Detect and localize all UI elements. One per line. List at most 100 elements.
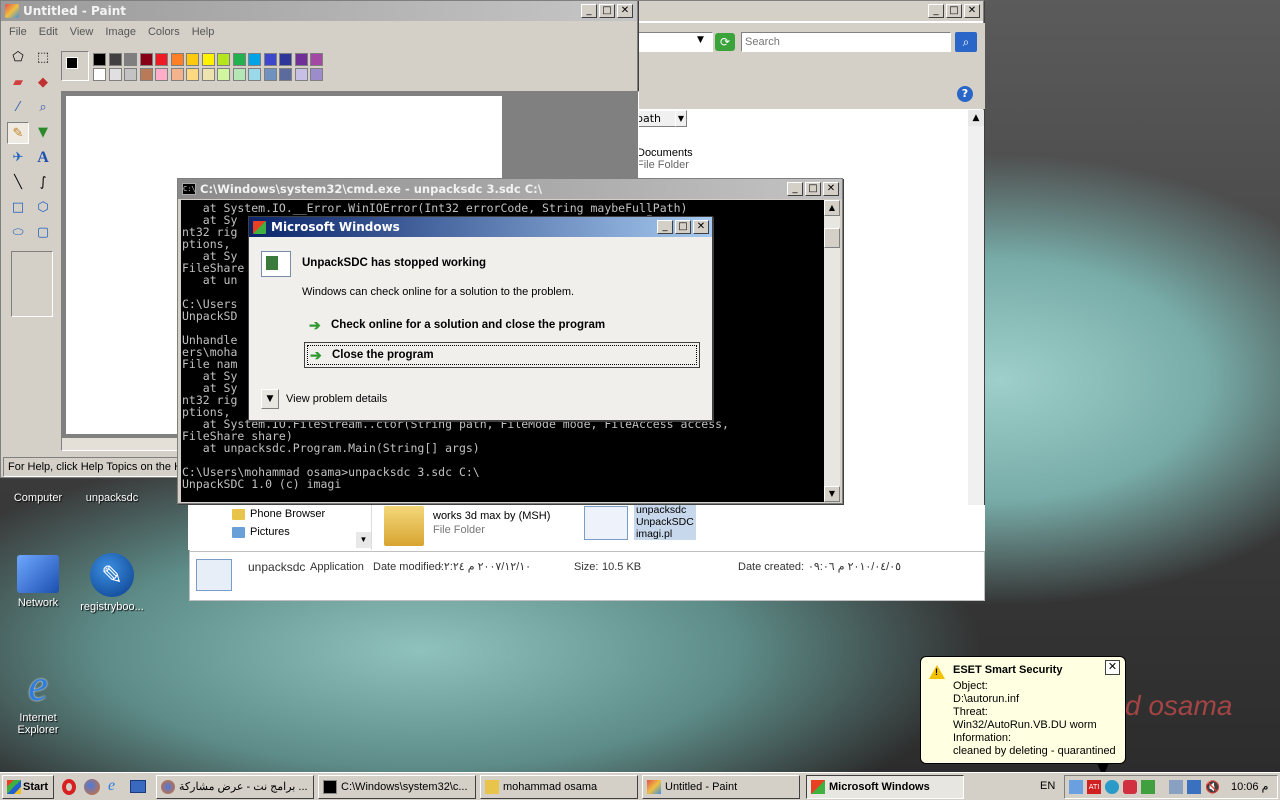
maximize-button[interactable]: □ (675, 220, 691, 234)
tray-icon[interactable] (1069, 780, 1083, 794)
color-swatch[interactable] (201, 68, 215, 81)
firefox-icon[interactable] (84, 779, 100, 795)
rect-select-tool[interactable]: ⬚ (32, 47, 54, 69)
taskbar-item[interactable]: برامج نت - عرض مشاركة ... (156, 775, 314, 799)
color-swatch[interactable] (248, 68, 261, 81)
eset-notification[interactable]: ! ESET Smart Security ✕ Object: D:\autor… (920, 656, 1126, 777)
close-button[interactable]: ✕ (693, 220, 709, 234)
network-tray-icon[interactable] (1187, 780, 1201, 794)
desktop-icon-internet-explorer[interactable]: e Internet Explorer (0, 664, 76, 737)
chevron-down-icon[interactable]: ▼ (697, 35, 704, 45)
list-item[interactable]: Documents File Folder (637, 147, 693, 171)
taskbar-item[interactable]: mohammad osama (480, 775, 638, 799)
color-swatch[interactable] (294, 68, 308, 81)
volume-icon[interactable]: 🔇 (1205, 780, 1220, 794)
maximize-button[interactable]: □ (946, 4, 962, 18)
eraser-tool[interactable]: ▰ (7, 72, 29, 94)
line-tool[interactable]: ╲ (7, 172, 29, 194)
folder-item[interactable]: works 3d max by (MSH) File Folder (380, 504, 580, 548)
text-tool[interactable]: A (32, 147, 54, 169)
color-swatch[interactable] (93, 68, 106, 81)
rounded-rect-tool[interactable]: ▢ (32, 222, 54, 244)
color-swatch[interactable] (170, 53, 184, 66)
column-dropdown-button[interactable]: ▼ (675, 110, 687, 127)
color-swatch[interactable] (139, 68, 153, 81)
show-desktop-icon[interactable] (130, 780, 146, 793)
close-button[interactable]: ✕ (964, 4, 980, 18)
check-online-option[interactable]: ➔ Check online for a solution and close … (304, 314, 700, 336)
menu-image[interactable]: Image (105, 26, 136, 38)
minimize-button[interactable]: _ (581, 4, 597, 18)
color-swatch[interactable] (217, 68, 230, 81)
curve-tool[interactable]: ∫ (32, 172, 54, 194)
minimize-button[interactable]: _ (657, 220, 673, 234)
close-button[interactable]: ✕ (1105, 660, 1120, 675)
desktop-icon-computer[interactable]: Computer (0, 492, 76, 504)
color-swatch[interactable] (108, 68, 122, 81)
menu-edit[interactable]: Edit (39, 26, 58, 38)
scroll-thumb[interactable] (824, 228, 840, 248)
brush-tool[interactable]: ▼ (32, 122, 54, 144)
menu-file[interactable]: File (9, 26, 27, 38)
color-swatch[interactable] (232, 68, 246, 81)
foreground-color[interactable] (66, 57, 78, 69)
tray-icon[interactable] (1123, 780, 1137, 794)
ellipse-tool[interactable]: ⬭ (7, 222, 29, 244)
maximize-button[interactable]: □ (599, 4, 615, 18)
fill-tool[interactable]: ◆ (32, 72, 54, 94)
desktop-icon-unpacksdc[interactable]: unpacksdc (74, 492, 150, 504)
view-details-toggle[interactable]: ▼ (261, 389, 279, 409)
search-input[interactable] (741, 32, 951, 52)
language-indicator[interactable]: EN (1040, 780, 1055, 792)
color-swatch[interactable] (186, 53, 199, 66)
color-swatch[interactable] (279, 68, 292, 81)
color-swatch[interactable] (186, 68, 199, 81)
taskbar-item[interactable]: C:\Windows\system32\c... (318, 775, 476, 799)
color-swatch[interactable] (263, 53, 277, 66)
color-swatch[interactable] (217, 53, 230, 66)
nav-item[interactable]: Phone Browser (232, 508, 325, 520)
eset-tray-icon[interactable] (1105, 780, 1119, 794)
color-swatch[interactable] (155, 68, 168, 81)
color-swatch[interactable] (170, 68, 184, 81)
taskbar-item[interactable]: Microsoft Windows (806, 775, 964, 799)
nav-scroll-down-button[interactable]: ▼ (356, 532, 371, 548)
paint-titlebar[interactable]: Untitled - Paint (1, 1, 637, 21)
desktop-icon-registrybooster[interactable]: ✎ registryboo... (74, 553, 150, 613)
search-icon[interactable]: ⌕ (955, 32, 977, 52)
color-swatch[interactable] (310, 53, 323, 66)
close-button[interactable]: ✕ (617, 4, 633, 18)
opera-icon[interactable] (62, 779, 76, 795)
menu-colors[interactable]: Colors (148, 26, 180, 38)
menu-view[interactable]: View (70, 26, 94, 38)
tool-options-box[interactable] (11, 251, 53, 317)
free-select-tool[interactable]: ⬠ (7, 47, 29, 69)
color-swatch[interactable] (139, 53, 153, 66)
color-swatch[interactable] (232, 53, 246, 66)
color-swatch[interactable] (201, 53, 215, 66)
color-swatch[interactable] (279, 53, 292, 66)
airbrush-tool[interactable]: ✈ (7, 147, 29, 169)
close-program-option[interactable]: ➔ Close the program (304, 342, 700, 368)
color-swatch[interactable] (155, 53, 168, 66)
maximize-button[interactable]: □ (805, 182, 821, 196)
magnifier-tool[interactable]: ⌕ (32, 97, 54, 119)
color-swatch[interactable] (263, 68, 277, 81)
rectangle-tool[interactable]: □ (7, 197, 29, 219)
cmd-scrollbar[interactable]: ▲ ▼ (824, 200, 840, 502)
start-button[interactable]: Start (2, 775, 54, 799)
taskbar-item[interactable]: Untitled - Paint (642, 775, 800, 799)
color-swatch[interactable] (294, 53, 308, 66)
tray-icon[interactable] (1169, 780, 1183, 794)
close-button[interactable]: ✕ (823, 182, 839, 196)
menu-help[interactable]: Help (192, 26, 215, 38)
color-swatch[interactable] (124, 53, 137, 66)
color-picker-tool[interactable]: ⁄ (7, 97, 29, 119)
nav-item[interactable]: Pictures (232, 526, 290, 538)
scroll-down-button[interactable]: ▼ (824, 486, 840, 502)
color-swatch[interactable] (108, 53, 122, 66)
clock[interactable]: 10:06 م (1231, 780, 1268, 793)
file-tile-selected[interactable]: unpacksdc UnpackSDC imagi.pl (584, 504, 696, 542)
refresh-icon[interactable]: ⟳ (715, 33, 735, 51)
pencil-tool[interactable]: ✎ (7, 122, 29, 144)
